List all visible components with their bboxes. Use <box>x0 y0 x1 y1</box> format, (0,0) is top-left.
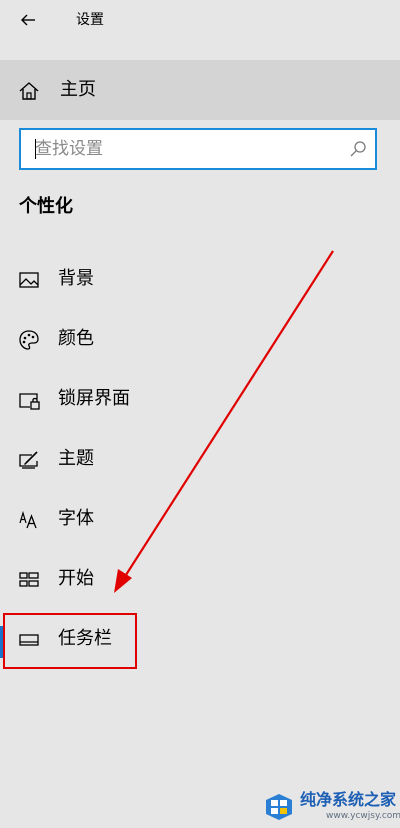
font-icon <box>19 510 37 529</box>
selected-indicator <box>0 626 4 658</box>
watermark-title: 纯净系统之家 <box>300 790 397 809</box>
nav-item-background[interactable]: 背景 <box>0 252 400 308</box>
nav-item-themes[interactable]: 主题 <box>0 432 400 488</box>
picture-icon <box>19 272 39 288</box>
text-caret <box>35 139 36 159</box>
watermark: 纯净系统之家 www.ycwjsy.com <box>258 788 400 828</box>
search-icon[interactable] <box>349 140 367 158</box>
nav-item-taskbar[interactable]: 任务栏 <box>0 612 400 668</box>
nav-item-label: 颜色 <box>58 328 94 349</box>
taskbar-icon <box>19 634 39 646</box>
nav-item-start[interactable]: 开始 <box>0 552 400 608</box>
section-title: 个性化 <box>19 196 73 217</box>
search-box[interactable] <box>19 128 377 170</box>
home-icon <box>19 82 39 100</box>
nav-item-label: 背景 <box>58 268 94 289</box>
nav-item-fonts[interactable]: 字体 <box>0 492 400 548</box>
title-bar: 设置 <box>0 0 400 40</box>
theme-brush-icon <box>19 451 38 469</box>
palette-icon <box>19 330 39 350</box>
nav-item-label: 字体 <box>58 508 94 529</box>
watermark-url: www.ycwjsy.com <box>326 811 400 821</box>
back-arrow-icon <box>21 14 35 26</box>
nav-item-colors[interactable]: 颜色 <box>0 312 400 368</box>
back-button[interactable] <box>14 6 42 34</box>
nav-item-label: 锁屏界面 <box>58 388 130 409</box>
lockscreen-icon <box>19 393 40 410</box>
nav-item-lockscreen[interactable]: 锁屏界面 <box>0 372 400 428</box>
search-input[interactable] <box>29 130 345 168</box>
nav-item-label: 任务栏 <box>58 628 112 649</box>
home-label: 主页 <box>60 79 96 100</box>
site-logo-icon <box>266 794 292 820</box>
start-tiles-icon <box>19 572 39 587</box>
nav-item-label: 开始 <box>58 568 94 589</box>
home-nav-item[interactable]: 主页 <box>0 60 400 120</box>
nav-item-label: 主题 <box>58 448 94 469</box>
window-title: 设置 <box>76 12 104 28</box>
